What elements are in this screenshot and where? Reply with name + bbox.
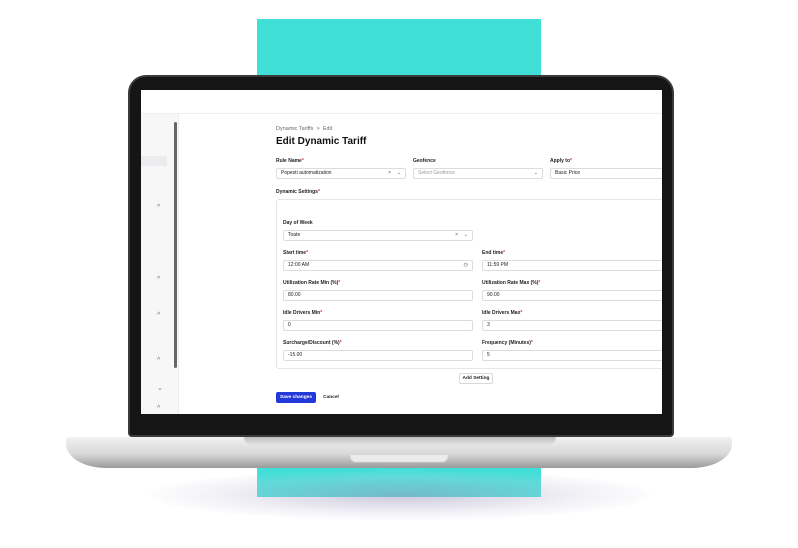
util-max-label: Utilization Rate Max (%)* — [482, 280, 540, 286]
laptop-shadow — [150, 470, 650, 520]
util-min-label: Utilization Rate Min (%)* — [283, 280, 340, 286]
idle-min-value: 0 — [288, 322, 291, 328]
idle-max-label: Idle Drivers Max* — [482, 310, 522, 316]
add-setting-button[interactable]: Add Setting — [459, 373, 493, 384]
chevron-down-icon[interactable]: ⌄ — [397, 169, 401, 178]
clear-icon[interactable]: × — [388, 169, 391, 178]
apply-to-label: Apply to* — [550, 158, 572, 164]
main-content: Dynamic Tariffs > Edit Edit Dynamic Tari… — [141, 90, 662, 414]
idle-max-label-text: Idle Drivers Max — [482, 310, 521, 316]
breadcrumb-parent-link[interactable]: Dynamic Tariffs — [276, 126, 313, 132]
util-min-label-text: Utilization Rate Min (%) — [283, 280, 339, 286]
required-mark: * — [338, 280, 341, 286]
laptop-notch — [350, 455, 448, 463]
chevron-down-icon[interactable]: ⌄ — [534, 169, 538, 178]
day-of-week-select[interactable]: Toate × ⌄ — [283, 230, 473, 241]
save-changes-button[interactable]: Save changes — [276, 392, 316, 403]
start-time-value: 12:00 AM — [288, 262, 310, 268]
surcharge-label-text: Surcharge/Discount (%) — [283, 340, 340, 346]
end-time-label: End time* — [482, 250, 505, 256]
page-title: Edit Dynamic Tariff — [276, 136, 367, 147]
dynamic-settings-label-text: Dynamic Settings — [276, 189, 318, 195]
start-time-input[interactable]: 12:00 AM ◷ — [283, 260, 473, 271]
required-mark: * — [301, 158, 304, 164]
frequency-label: Frequency (Minutes)* — [482, 340, 533, 346]
geofence-placeholder: Select Geofence — [418, 170, 455, 176]
rule-name-value: Popesti automatization — [281, 170, 332, 176]
breadcrumb-current: Edit — [322, 126, 333, 132]
surcharge-label: Surcharge/Discount (%)* — [283, 340, 342, 346]
required-mark: * — [306, 250, 309, 256]
util-max-label-text: Utilization Rate Max (%) — [482, 280, 539, 286]
required-mark: * — [503, 250, 506, 256]
geofence-select[interactable]: Select Geofence ⌄ — [413, 168, 543, 179]
frequency-label-text: Frequency (Minutes) — [482, 340, 531, 346]
laptop-screen: ^ ^ ^ ^ ⌄ ^ Dynamic Tariffs > Edit Edit … — [141, 90, 662, 414]
breadcrumb-separator: > — [316, 126, 320, 132]
frequency-value: 5 — [487, 352, 490, 358]
day-of-week-label: Day of Week — [283, 220, 313, 226]
required-mark: * — [520, 310, 523, 316]
idle-min-label-text: Idle Drivers Min — [283, 310, 321, 316]
end-time-label-text: End time — [482, 250, 504, 256]
rule-name-label: Rule Name* — [276, 158, 304, 164]
cancel-button[interactable]: Cancel — [319, 392, 343, 403]
util-max-value: 90.00 — [487, 292, 500, 298]
idle-min-input[interactable]: 0 — [283, 320, 473, 331]
apply-to-label-text: Apply to — [550, 158, 570, 164]
start-time-label-text: Start time — [283, 250, 307, 256]
rule-name-select[interactable]: Popesti automatization × ⌄ — [276, 168, 406, 179]
start-time-label: Start time* — [283, 250, 308, 256]
required-mark: * — [339, 340, 342, 346]
required-mark: * — [530, 340, 533, 346]
end-time-input[interactable]: 11:59 PM — [482, 260, 662, 271]
required-mark: * — [538, 280, 541, 286]
breadcrumb: Dynamic Tariffs > Edit — [276, 126, 332, 132]
laptop-hinge — [244, 437, 556, 445]
idle-max-input[interactable]: 3 — [482, 320, 662, 331]
required-mark: * — [320, 310, 323, 316]
clear-icon[interactable]: × — [455, 231, 458, 240]
dynamic-settings-label: Dynamic Settings* — [276, 189, 320, 195]
end-time-value: 11:59 PM — [487, 262, 509, 268]
surcharge-value: -15.00 — [288, 352, 303, 358]
surcharge-input[interactable]: -15.00 — [283, 350, 473, 361]
frequency-input[interactable]: 5 — [482, 350, 662, 361]
rule-name-label-text: Rule Name — [276, 158, 302, 164]
chevron-down-icon[interactable]: ⌄ — [464, 231, 468, 240]
clock-icon[interactable]: ◷ — [464, 261, 468, 270]
apply-to-select[interactable]: Basic Price — [550, 168, 662, 179]
geofence-label: Geofence — [413, 158, 436, 164]
util-max-input[interactable]: 90.00 — [482, 290, 662, 301]
required-mark: * — [570, 158, 572, 164]
idle-min-label: Idle Drivers Min* — [283, 310, 322, 316]
util-min-input[interactable]: 80.00 — [283, 290, 473, 301]
util-min-value: 80.00 — [288, 292, 301, 298]
apply-to-value: Basic Price — [555, 170, 581, 176]
idle-max-value: 3 — [487, 322, 490, 328]
day-of-week-value: Toate — [288, 232, 301, 238]
required-mark: * — [317, 189, 320, 195]
